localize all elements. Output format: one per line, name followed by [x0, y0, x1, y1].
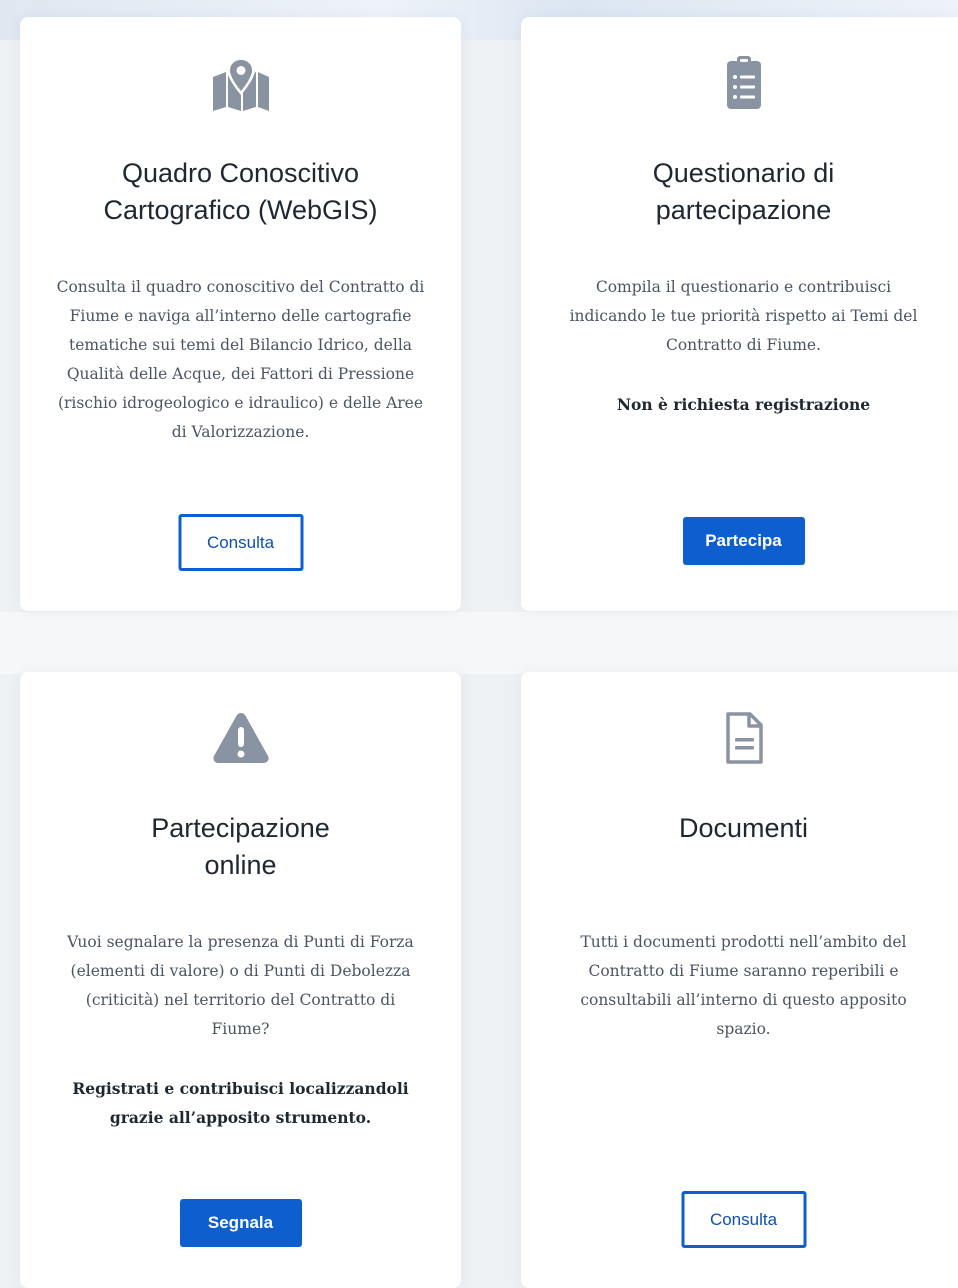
card-partecipazione-online: Partecipazione online Vuoi segnalare la … — [20, 672, 461, 1288]
warning-icon — [211, 710, 271, 766]
card-note: Registrati e contribuisci localizzandoli… — [72, 1079, 409, 1127]
map-pin-icon — [211, 55, 271, 111]
card-webgis: Quadro Conoscitivo Cartografico (WebGIS)… — [20, 17, 461, 611]
card-title: Documenti — [678, 813, 809, 843]
card-description: Compila il questionario e contribuisci i… — [558, 273, 930, 419]
card-title: Partecipazione online — [151, 813, 330, 880]
partecipa-button[interactable]: Partecipa — [682, 517, 805, 565]
card-description: Vuoi segnalare la presenza di Punti di F… — [55, 928, 427, 1132]
card-questionario: Questionario di partecipazione Compila i… — [521, 17, 958, 611]
card-description: Consulta il quadro conoscitivo del Contr… — [56, 278, 425, 441]
card-note: Non è richiesta registrazione — [616, 395, 871, 414]
card-title: Questionario di partecipazione — [652, 158, 835, 225]
card-description: Tutti i documenti prodotti nell’ambito d… — [580, 933, 907, 1038]
consulta-webgis-button[interactable]: Consulta — [178, 514, 303, 571]
clipboard-list-icon — [714, 55, 774, 111]
card-documenti: Documenti Tutti i documenti prodotti nel… — [521, 672, 958, 1288]
section-separator — [0, 612, 958, 674]
segnala-button[interactable]: Segnala — [179, 1199, 302, 1247]
consulta-documenti-button[interactable]: Consulta — [681, 1191, 806, 1248]
document-icon — [714, 710, 774, 766]
card-title: Quadro Conoscitivo Cartografico (WebGIS) — [103, 158, 378, 225]
